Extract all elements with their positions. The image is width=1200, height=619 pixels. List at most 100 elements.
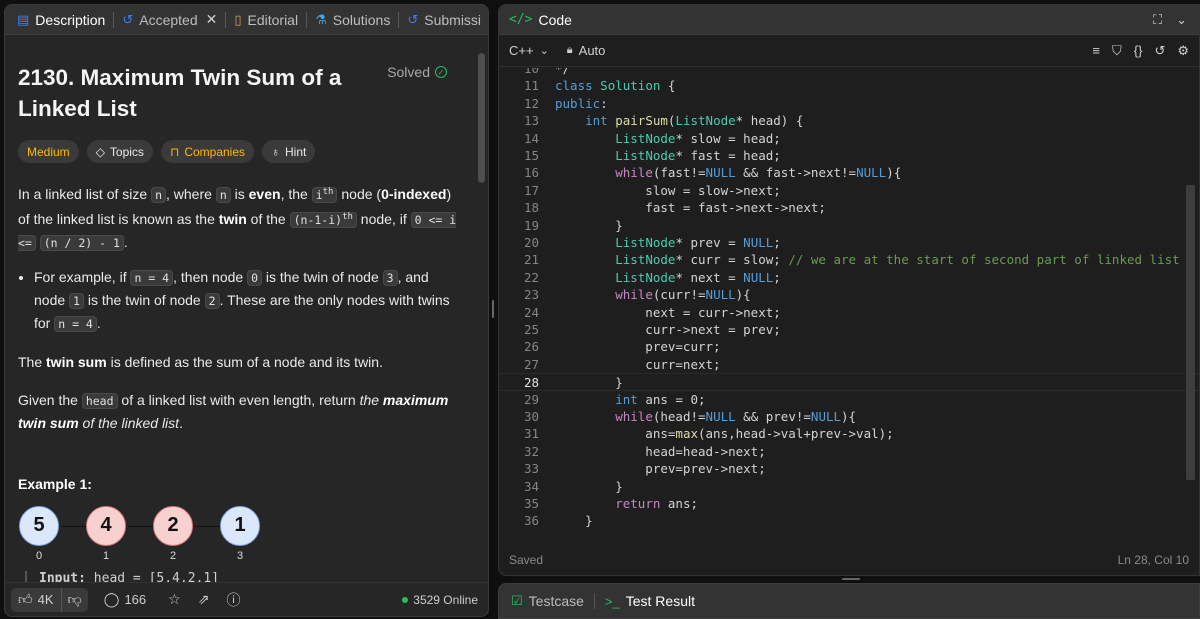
line-number: 33 — [523, 461, 539, 477]
online-label: 3529 Online — [413, 592, 478, 607]
code-text: prev=curr; — [555, 339, 721, 355]
tab-submissions[interactable]: ↺ Submissi — [401, 5, 487, 34]
reset-icon[interactable]: ↺ — [1154, 43, 1165, 59]
code-title: Code — [538, 11, 572, 28]
history-icon: ↺ — [122, 11, 134, 27]
code-text: slow = slow->next; — [555, 182, 781, 198]
tab-accepted[interactable]: ↺ Accepted ✕ — [116, 5, 223, 34]
node-index: 2 — [169, 549, 177, 562]
code-line: 22 ListNode* next = NULL; — [499, 269, 1199, 286]
lightbulb-icon: ♁ — [271, 144, 281, 159]
share-button[interactable]: ⇗ — [192, 588, 221, 612]
description-scrollbar[interactable] — [478, 53, 485, 183]
problem-paragraph-2: The twin sum is defined as the sum of a … — [18, 353, 383, 370]
hint-label: Hint — [285, 144, 307, 159]
panel-resize-handle[interactable] — [492, 300, 494, 318]
tab-editorial[interactable]: ▯ Editorial — [228, 5, 304, 34]
cursor-position: Ln 28, Col 10 — [1117, 553, 1189, 567]
comment-count: 166 — [124, 592, 147, 607]
code-text: while(curr!=NULL){ — [615, 287, 751, 303]
code-line: 20 ListNode* prev = NULL; — [499, 234, 1199, 251]
topics-button[interactable]: ◇ Topics — [86, 140, 153, 163]
code-text: head=head->next; — [555, 443, 766, 459]
code-line: 10 */ — [499, 68, 1199, 77]
comments-button[interactable]: ◯ 166 — [98, 588, 152, 612]
help-button[interactable]: ⓘ — [220, 588, 251, 612]
code-line: 11 class Solution { — [499, 77, 1199, 94]
problem-description: 2130. Maximum Twin Sum of a Linked List … — [5, 36, 474, 582]
like-count: 4K — [37, 592, 54, 607]
language-label: C++ — [509, 43, 534, 58]
fullscreen-icon[interactable]: ⛶ — [1153, 12, 1162, 28]
code-text: } — [555, 217, 623, 233]
tab-label: Description — [35, 11, 106, 28]
star-icon: ☆ — [168, 591, 181, 607]
solved-label: Solved — [387, 64, 430, 80]
editor-scrollbar[interactable] — [1186, 185, 1195, 480]
code-editor[interactable]: 10 */11 class Solution {12 public: 13 int pa… — [499, 68, 1199, 531]
code-line: 29 int ans = 0; — [499, 391, 1199, 408]
code-line: 27 curr=next; — [499, 356, 1199, 373]
companies-label: Companies — [184, 144, 246, 159]
tab-testcase[interactable]: ☑ Testcase — [511, 593, 584, 609]
code-text: int ans = 0; — [615, 391, 706, 407]
list-node: 2 — [153, 505, 193, 546]
lock-icon: 🔒︎ — [566, 44, 573, 56]
online-dot-icon — [402, 596, 409, 603]
language-select[interactable]: C++ ⌄ — [509, 43, 549, 58]
thumbs-down-icon: 👎︎ — [67, 591, 82, 607]
line-number: 18 — [523, 200, 539, 216]
code-line: 19 } — [499, 217, 1199, 234]
hint-button[interactable]: ♁ Hint — [262, 140, 316, 163]
code-line: 18 fast = fast->next->next; — [499, 199, 1199, 216]
line-number: 19 — [523, 217, 539, 233]
companies-button[interactable]: ⊓ Companies — [160, 140, 255, 163]
panel-resize-handle[interactable] — [842, 578, 860, 580]
line-number: 15 — [523, 148, 539, 163]
problem-paragraph-3: Given the head of a linked list with eve… — [18, 391, 449, 431]
tab-solutions[interactable]: ⚗ Solutions — [309, 5, 396, 34]
code-text: ListNode* fast = head; — [615, 148, 781, 163]
tab-divider — [398, 11, 400, 28]
code-header-actions: ⛶ ⌄ — [1153, 12, 1187, 28]
settings-icon[interactable]: ⚙ — [1177, 43, 1189, 59]
code-panel: </> Code ⛶ ⌄ C++ ⌄ 🔒︎ Auto ≡ ⛉ {} ↺ ⚙ 10… — [498, 4, 1200, 576]
format-icon[interactable]: ≡ — [1092, 43, 1100, 59]
test-result-label: Test Result — [625, 593, 695, 609]
code-text: while(fast!=NULL && fast->next!=NULL){ — [615, 165, 902, 181]
line-number: 16 — [523, 165, 539, 181]
like-button[interactable]: 👍︎ 4K — [11, 587, 61, 612]
question-icon: ⓘ — [226, 591, 241, 608]
line-number: 24 — [523, 304, 539, 320]
line-number: 34 — [523, 478, 539, 494]
tab-divider — [113, 11, 115, 28]
line-number: 10 — [523, 68, 539, 76]
left-tab-bar: ▤ Description ↺ Accepted ✕ ▯ Editorial ⚗… — [5, 5, 488, 35]
code-text: ListNode* next = NULL; — [615, 269, 781, 285]
favorite-button[interactable]: ☆ — [162, 588, 192, 612]
code-line: 25 curr->next = prev; — [499, 321, 1199, 338]
code-line: 15 ListNode* fast = head; — [499, 147, 1199, 164]
auto-mode[interactable]: 🔒︎ Auto — [567, 43, 606, 58]
checkbox-icon: ☑ — [511, 593, 523, 608]
tab-description[interactable]: ▤ Description — [11, 5, 111, 34]
code-line: 31 ans=max(ans,head->val+prev->val); — [499, 425, 1199, 442]
line-number: 11 — [523, 78, 539, 94]
code-text: while(head!=NULL && prev!=NULL){ — [615, 409, 857, 424]
list-node: 5 — [19, 505, 59, 546]
code-line: 14 ListNode* slow = head; — [499, 130, 1199, 147]
tab-test-result[interactable]: >_ Test Result — [605, 593, 695, 609]
code-line: 32 head=head->next; — [499, 443, 1199, 460]
code-line: 34 } — [499, 478, 1199, 495]
line-number: 22 — [523, 269, 539, 285]
title-row: 2130. Maximum Twin Sum of a Linked List … — [18, 62, 461, 126]
problem-tags: Medium ◇ Topics ⊓ Companies ♁ Hint — [18, 140, 461, 163]
description-panel: ▤ Description ↺ Accepted ✕ ▯ Editorial ⚗… — [4, 4, 489, 617]
code-text: int pairSum(ListNode* head) { — [585, 113, 804, 129]
chevron-down-icon[interactable]: ⌄ — [1176, 12, 1187, 28]
dislike-button[interactable]: 👎︎ — [60, 587, 88, 612]
braces-icon[interactable]: {} — [1134, 43, 1143, 59]
close-icon[interactable]: ✕ — [206, 11, 218, 28]
bookmark-icon[interactable]: ⛉ — [1112, 43, 1122, 59]
code-text: class Solution { — [555, 78, 676, 94]
